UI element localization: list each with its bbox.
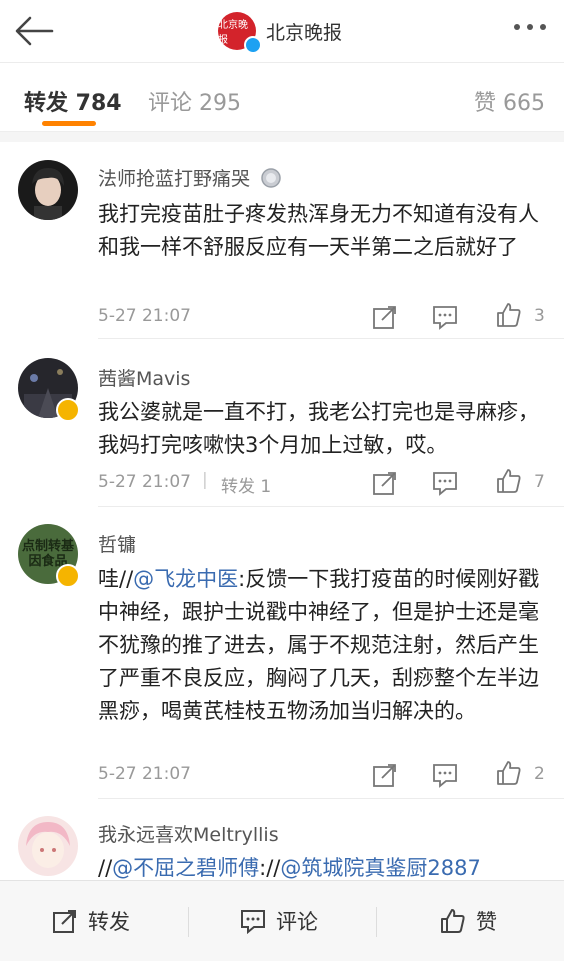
repost-count[interactable]: 转发 1 <box>221 472 271 497</box>
top-bar: 北京晚报 北京晚报 <box>0 0 564 63</box>
comment-label: 评论 <box>276 910 318 934</box>
repost-button[interactable]: 转发 <box>52 881 130 961</box>
tab-repost[interactable]: 转发 784 <box>24 85 122 117</box>
medal-icon <box>261 168 281 188</box>
mention-link[interactable]: @飞龙中医 <box>133 567 238 591</box>
back-arrow-icon[interactable] <box>14 14 54 48</box>
like-icon[interactable] <box>496 468 522 494</box>
comment-text: //@不屈之碧师傅://@筑城院真鉴厨2887 <box>98 856 481 880</box>
comment-time: 5-27 21:07 <box>98 472 191 492</box>
divider <box>98 506 564 507</box>
mention-link[interactable]: @筑城院真鉴厨2887 <box>280 856 480 880</box>
share-icon[interactable] <box>372 304 398 330</box>
commenter-name[interactable]: 茜酱Mavis <box>98 364 190 391</box>
separator: | <box>202 470 208 490</box>
list-item: 点制转基因食品 哲镛 哇//@飞龙中医:反馈一下我打疫苗的时候刚好戳中神经，跟护… <box>0 508 564 800</box>
bottom-action-bar: 转发 评论 赞 <box>0 880 564 961</box>
tab-bar: 转发 784 评论 295 赞 665 <box>0 63 564 132</box>
comment-icon[interactable] <box>432 762 458 788</box>
active-tab-indicator <box>42 121 96 126</box>
comment-text: 哇//@飞龙中医:反馈一下我打疫苗的时候刚好戳中神经，跟护士说戳中神经了，但是护… <box>98 567 540 723</box>
comment-time: 5-27 21:07 <box>98 306 191 326</box>
like-button[interactable]: 赞 <box>440 881 497 961</box>
like-count: 3 <box>534 306 545 326</box>
like-label: 赞 <box>476 910 497 934</box>
divider <box>98 798 564 799</box>
more-options-icon[interactable] <box>514 24 546 30</box>
comment-text: 我打完疫苗肚子疼发热浑身无力不知道有没有人和我一样不舒服反应有一天半第二之后就好… <box>98 202 539 259</box>
share-icon[interactable] <box>372 762 398 788</box>
list-item: 我永远喜欢Meltryllis //@不屈之碧师傅://@筑城院真鉴厨2887 <box>0 800 564 880</box>
commenter-name[interactable]: 法师抢蓝打野痛哭 <box>98 164 282 191</box>
section-gap <box>0 132 564 142</box>
avatar[interactable] <box>18 816 78 876</box>
avatar[interactable] <box>18 160 78 220</box>
comment-button[interactable]: 评论 <box>240 881 318 961</box>
verified-badge-icon <box>56 564 80 588</box>
list-item: 法师抢蓝打野痛哭 我打完疫苗肚子疼发热浑身无力不知道有没有人和我一样不舒服反应有… <box>0 142 564 340</box>
mention-link[interactable]: @不屈之碧师傅 <box>112 856 259 880</box>
repost-label: 转发 <box>88 910 130 934</box>
like-count: 7 <box>534 472 545 492</box>
comment-icon <box>241 910 265 934</box>
comment-time: 5-27 21:07 <box>98 764 191 784</box>
like-icon <box>441 909 465 933</box>
separator <box>188 907 189 937</box>
commenter-name[interactable]: 哲镛 <box>98 530 136 557</box>
tab-comment[interactable]: 评论 295 <box>148 85 241 117</box>
list-item: 茜酱Mavis 我公婆就是一直不打，我老公打完也是寻麻疹，我妈打完咳嗽快3个月加… <box>0 340 564 508</box>
divider <box>98 338 564 339</box>
comment-icon[interactable] <box>432 470 458 496</box>
tab-like[interactable]: 赞 665 <box>474 85 545 117</box>
comment-icon[interactable] <box>432 304 458 330</box>
like-icon[interactable] <box>496 760 522 786</box>
like-icon[interactable] <box>496 302 522 328</box>
commenter-name[interactable]: 我永远喜欢Meltryllis <box>98 820 279 847</box>
verified-badge-icon <box>244 36 262 54</box>
separator <box>376 907 377 937</box>
verified-badge-icon <box>56 398 80 422</box>
brand-name[interactable]: 北京晚报 <box>266 18 342 45</box>
comment-text: 我公婆就是一直不打，我老公打完也是寻麻疹，我妈打完咳嗽快3个月加上过敏，哎。 <box>98 400 539 457</box>
share-icon <box>53 910 76 933</box>
share-icon[interactable] <box>372 470 398 496</box>
like-count: 2 <box>534 764 545 784</box>
